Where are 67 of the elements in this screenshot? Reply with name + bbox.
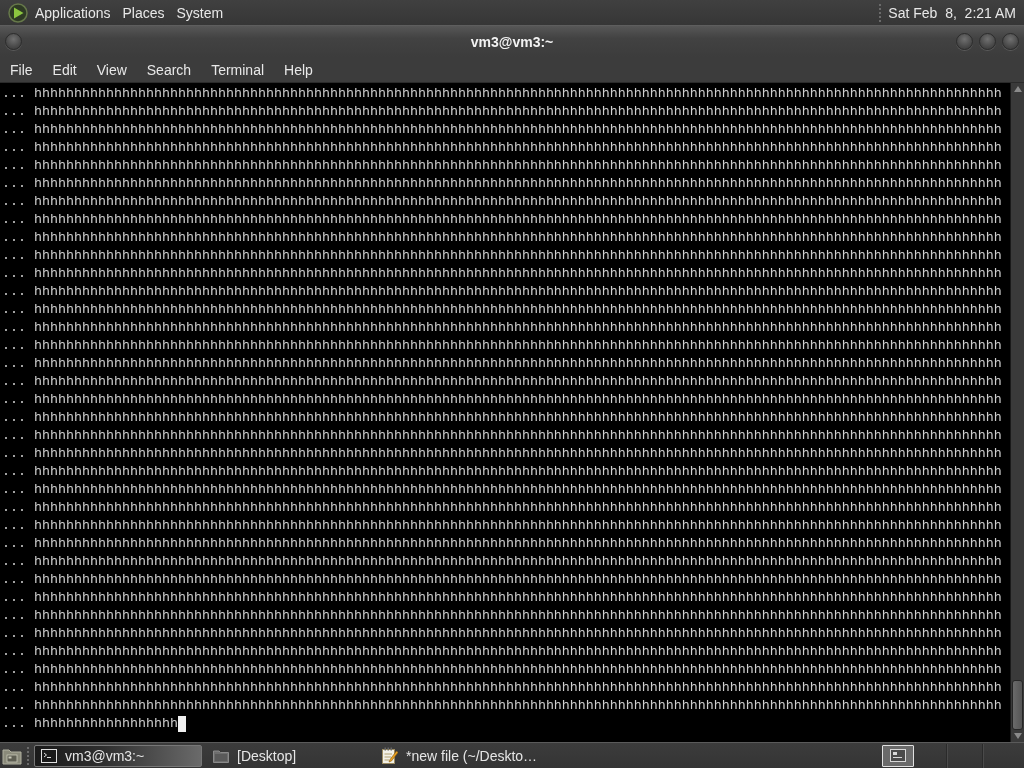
terminal-line: ... hhhhhhhhhhhhhhhhhh bbox=[2, 715, 178, 733]
clock[interactable]: Sat Feb 8, 2:21 AM bbox=[884, 2, 1018, 23]
terminal-line: ... hhhhhhhhhhhhhhhhhhhhhhhhhhhhhhhhhhhhhhhhhhhhhhhhhhhhhhhhhhhhhhhhhhhhhhhhhhhhhhhhhhhhhhhhhhhhhhhhhhhhhhhhhhhhhhhhhhhhhhhhh bbox=[2, 319, 1002, 337]
terminal-line: ... hhhhhhhhhhhhhhhhhhhhhhhhhhhhhhhhhhhhhhhhhhhhhhhhhhhhhhhhhhhhhhhhhhhhhhhhhhhhhhhhhhhhhhhhhhhhhhhhhhhhhhhhhhhhhhhhhhhhhhhhh bbox=[2, 643, 1002, 661]
show-desktop-icon[interactable] bbox=[2, 746, 22, 765]
up-arrow-icon[interactable] bbox=[1011, 84, 1024, 94]
terminal-line: ... hhhhhhhhhhhhhhhhhhhhhhhhhhhhhhhhhhhhhhhhhhhhhhhhhhhhhhhhhhhhhhhhhhhhhhhhhhhhhhhhhhhhhhhhhhhhhhhhhhhhhhhhhhhhhhhhhhhhhhhhh bbox=[2, 373, 1002, 391]
terminal-line: ... hhhhhhhhhhhhhhhhhhhhhhhhhhhhhhhhhhhhhhhhhhhhhhhhhhhhhhhhhhhhhhhhhhhhhhhhhhhhhhhhhhhhhhhhhhhhhhhhhhhhhhhhhhhhhhhhhhhhhhhhh bbox=[2, 229, 1002, 247]
terminal-line: ... hhhhhhhhhhhhhhhhhhhhhhhhhhhhhhhhhhhhhhhhhhhhhhhhhhhhhhhhhhhhhhhhhhhhhhhhhhhhhhhhhhhhhhhhhhhhhhhhhhhhhhhhhhhhhhhhhhhhhhhhh bbox=[2, 661, 1002, 679]
terminal-line: ... hhhhhhhhhhhhhhhhhhhhhhhhhhhhhhhhhhhhhhhhhhhhhhhhhhhhhhhhhhhhhhhhhhhhhhhhhhhhhhhhhhhhhhhhhhhhhhhhhhhhhhhhhhhhhhhhhhhhhhhhh bbox=[2, 625, 1002, 643]
mini-window-icon bbox=[890, 749, 906, 762]
terminal-line: ... hhhhhhhhhhhhhhhhhhhhhhhhhhhhhhhhhhhhhhhhhhhhhhhhhhhhhhhhhhhhhhhhhhhhhhhhhhhhhhhhhhhhhhhhhhhhhhhhhhhhhhhhhhhhhhhhhhhhhhhhh bbox=[2, 481, 1002, 499]
scrollbar-thumb[interactable] bbox=[1012, 680, 1023, 730]
terminal-line: ... hhhhhhhhhhhhhhhhhhhhhhhhhhhhhhhhhhhhhhhhhhhhhhhhhhhhhhhhhhhhhhhhhhhhhhhhhhhhhhhhhhhhhhhhhhhhhhhhhhhhhhhhhhhhhhhhhhhhhhhhh bbox=[2, 571, 1002, 589]
workspace-switcher[interactable] bbox=[882, 744, 914, 767]
task-button[interactable]: [Desktop] bbox=[206, 744, 371, 767]
close-button[interactable] bbox=[1002, 33, 1019, 50]
menu-item[interactable]: Terminal bbox=[203, 58, 273, 81]
task-button[interactable]: *new file (~/Deskto… bbox=[375, 744, 543, 767]
terminal-line: ... hhhhhhhhhhhhhhhhhhhhhhhhhhhhhhhhhhhhhhhhhhhhhhhhhhhhhhhhhhhhhhhhhhhhhhhhhhhhhhhhhhhhhhhhhhhhhhhhhhhhhhhhhhhhhhhhhhhhhhhhh bbox=[2, 157, 1002, 175]
panel-menu[interactable]: Applications bbox=[30, 2, 116, 23]
maximize-button[interactable] bbox=[979, 33, 996, 50]
terminal-line: ... hhhhhhhhhhhhhhhhhhhhhhhhhhhhhhhhhhhhhhhhhhhhhhhhhhhhhhhhhhhhhhhhhhhhhhhhhhhhhhhhhhhhhhhhhhhhhhhhhhhhhhhhhhhhhhhhhhhhhhhhh bbox=[2, 85, 1002, 103]
drag-handle-icon[interactable] bbox=[878, 2, 883, 23]
terminal-line: ... hhhhhhhhhhhhhhhhhhhhhhhhhhhhhhhhhhhhhhhhhhhhhhhhhhhhhhhhhhhhhhhhhhhhhhhhhhhhhhhhhhhhhhhhhhhhhhhhhhhhhhhhhhhhhhhhhhhhhhhhh bbox=[2, 607, 1002, 625]
terminal-line: ... hhhhhhhhhhhhhhhhhhhhhhhhhhhhhhhhhhhhhhhhhhhhhhhhhhhhhhhhhhhhhhhhhhhhhhhhhhhhhhhhhhhhhhhhhhhhhhhhhhhhhhhhhhhhhhhhhhhhhhhhh bbox=[2, 463, 1002, 481]
terminal-line: ... hhhhhhhhhhhhhhhhhhhhhhhhhhhhhhhhhhhhhhhhhhhhhhhhhhhhhhhhhhhhhhhhhhhhhhhhhhhhhhhhhhhhhhhhhhhhhhhhhhhhhhhhhhhhhhhhhhhhhhhhh bbox=[2, 427, 1002, 445]
terminal-line: ... hhhhhhhhhhhhhhhhhhhhhhhhhhhhhhhhhhhhhhhhhhhhhhhhhhhhhhhhhhhhhhhhhhhhhhhhhhhhhhhhhhhhhhhhhhhhhhhhhhhhhhhhhhhhhhhhhhhhhhhhh bbox=[2, 409, 1002, 427]
window-menu-button[interactable] bbox=[5, 33, 22, 50]
down-arrow-icon[interactable] bbox=[1011, 731, 1024, 741]
terminal-line: ... hhhhhhhhhhhhhhhhhhhhhhhhhhhhhhhhhhhhhhhhhhhhhhhhhhhhhhhhhhhhhhhhhhhhhhhhhhhhhhhhhhhhhhhhhhhhhhhhhhhhhhhhhhhhhhhhhhhhhhhhh bbox=[2, 139, 1002, 157]
menu-item[interactable]: Edit bbox=[44, 58, 85, 81]
terminal-line: ... hhhhhhhhhhhhhhhhhhhhhhhhhhhhhhhhhhhhhhhhhhhhhhhhhhhhhhhhhhhhhhhhhhhhhhhhhhhhhhhhhhhhhhhhhhhhhhhhhhhhhhhhhhhhhhhhhhhhhhhhh bbox=[2, 211, 1002, 229]
menu-item[interactable]: Help bbox=[276, 58, 321, 81]
terminal-line: ... hhhhhhhhhhhhhhhhhhhhhhhhhhhhhhhhhhhhhhhhhhhhhhhhhhhhhhhhhhhhhhhhhhhhhhhhhhhhhhhhhhhhhhhhhhhhhhhhhhhhhhhhhhhhhhhhhhhhhhhhh bbox=[2, 193, 1002, 211]
folder-icon bbox=[213, 748, 229, 763]
task-button[interactable]: vm3@vm3:~ bbox=[34, 744, 202, 767]
menu-item[interactable]: View bbox=[88, 58, 135, 81]
terminal-line: ... hhhhhhhhhhhhhhhhhhhhhhhhhhhhhhhhhhhhhhhhhhhhhhhhhhhhhhhhhhhhhhhhhhhhhhhhhhhhhhhhhhhhhhhhhhhhhhhhhhhhhhhhhhhhhhhhhhhhhhhhh bbox=[2, 337, 1002, 355]
scrollbar[interactable] bbox=[1010, 83, 1024, 742]
terminal-line: ... hhhhhhhhhhhhhhhhhhhhhhhhhhhhhhhhhhhhhhhhhhhhhhhhhhhhhhhhhhhhhhhhhhhhhhhhhhhhhhhhhhhhhhhhhhhhhhhhhhhhhhhhhhhhhhhhhhhhhhhhh bbox=[2, 589, 1002, 607]
menu-item[interactable]: File bbox=[2, 58, 41, 81]
minimize-button[interactable] bbox=[956, 33, 973, 50]
window-title: vm3@vm3:~ bbox=[470, 33, 554, 50]
terminal-line: ... hhhhhhhhhhhhhhhhhhhhhhhhhhhhhhhhhhhhhhhhhhhhhhhhhhhhhhhhhhhhhhhhhhhhhhhhhhhhhhhhhhhhhhhhhhhhhhhhhhhhhhhhhhhhhhhhhhhhhhhhh bbox=[2, 499, 1002, 517]
logo-icon[interactable] bbox=[8, 2, 28, 23]
terminal-line: ... hhhhhhhhhhhhhhhhhhhhhhhhhhhhhhhhhhhhhhhhhhhhhhhhhhhhhhhhhhhhhhhhhhhhhhhhhhhhhhhhhhhhhhhhhhhhhhhhhhhhhhhhhhhhhhhhhhhhhhhhh bbox=[2, 301, 1002, 319]
terminal-line: ... hhhhhhhhhhhhhhhhhhhhhhhhhhhhhhhhhhhhhhhhhhhhhhhhhhhhhhhhhhhhhhhhhhhhhhhhhhhhhhhhhhhhhhhhhhhhhhhhhhhhhhhhhhhhhhhhhhhhhhhhh bbox=[2, 265, 1002, 283]
menu-item[interactable]: Search bbox=[138, 58, 200, 81]
terminal-line: ... hhhhhhhhhhhhhhhhhhhhhhhhhhhhhhhhhhhhhhhhhhhhhhhhhhhhhhhhhhhhhhhhhhhhhhhhhhhhhhhhhhhhhhhhhhhhhhhhhhhhhhhhhhhhhhhhhhhhhhhhh bbox=[2, 391, 1002, 409]
terminal-icon bbox=[41, 748, 57, 763]
terminal-line: ... hhhhhhhhhhhhhhhhhhhhhhhhhhhhhhhhhhhhhhhhhhhhhhhhhhhhhhhhhhhhhhhhhhhhhhhhhhhhhhhhhhhhhhhhhhhhhhhhhhhhhhhhhhhhhhhhhhhhhhhhh bbox=[2, 355, 1002, 373]
text-editor-icon bbox=[382, 747, 398, 764]
terminal-line: ... hhhhhhhhhhhhhhhhhhhhhhhhhhhhhhhhhhhhhhhhhhhhhhhhhhhhhhhhhhhhhhhhhhhhhhhhhhhhhhhhhhhhhhhhhhhhhhhhhhhhhhhhhhhhhhhhhhhhhhhhh bbox=[2, 103, 1002, 121]
terminal-line: ... hhhhhhhhhhhhhhhhhhhhhhhhhhhhhhhhhhhhhhhhhhhhhhhhhhhhhhhhhhhhhhhhhhhhhhhhhhhhhhhhhhhhhhhhhhhhhhhhhhhhhhhhhhhhhhhhhhhhhhhhh bbox=[2, 517, 1002, 535]
panel-menu[interactable]: System bbox=[171, 2, 229, 23]
terminal-line: ... hhhhhhhhhhhhhhhhhhhhhhhhhhhhhhhhhhhhhhhhhhhhhhhhhhhhhhhhhhhhhhhhhhhhhhhhhhhhhhhhhhhhhhhhhhhhhhhhhhhhhhhhhhhhhhhhhhhhhhhhh bbox=[2, 175, 1002, 193]
terminal-line: ... hhhhhhhhhhhhhhhhhhhhhhhhhhhhhhhhhhhhhhhhhhhhhhhhhhhhhhhhhhhhhhhhhhhhhhhhhhhhhhhhhhhhhhhhhhhhhhhhhhhhhhhhhhhhhhhhhhhhhhhhh bbox=[2, 535, 1002, 553]
terminal-line: ... hhhhhhhhhhhhhhhhhhhhhhhhhhhhhhhhhhhhhhhhhhhhhhhhhhhhhhhhhhhhhhhhhhhhhhhhhhhhhhhhhhhhhhhhhhhhhhhhhhhhhhhhhhhhhhhhhhhhhhhhh bbox=[2, 553, 1002, 571]
terminal-line: ... hhhhhhhhhhhhhhhhhhhhhhhhhhhhhhhhhhhhhhhhhhhhhhhhhhhhhhhhhhhhhhhhhhhhhhhhhhhhhhhhhhhhhhhhhhhhhhhhhhhhhhhhhhhhhhhhhhhhhhhhh bbox=[2, 283, 1002, 301]
terminal-line: ... hhhhhhhhhhhhhhhhhhhhhhhhhhhhhhhhhhhhhhhhhhhhhhhhhhhhhhhhhhhhhhhhhhhhhhhhhhhhhhhhhhhhhhhhhhhhhhhhhhhhhhhhhhhhhhhhhhhhhhhhh bbox=[2, 121, 1002, 139]
terminal-line: ... hhhhhhhhhhhhhhhhhhhhhhhhhhhhhhhhhhhhhhhhhhhhhhhhhhhhhhhhhhhhhhhhhhhhhhhhhhhhhhhhhhhhhhhhhhhhhhhhhhhhhhhhhhhhhhhhhhhhhhhhh bbox=[2, 697, 1002, 715]
terminal-line: ... hhhhhhhhhhhhhhhhhhhhhhhhhhhhhhhhhhhhhhhhhhhhhhhhhhhhhhhhhhhhhhhhhhhhhhhhhhhhhhhhhhhhhhhhhhhhhhhhhhhhhhhhhhhhhhhhhhhhhhhhh bbox=[2, 247, 1002, 265]
drag-handle-icon[interactable] bbox=[26, 745, 30, 766]
panel-menu[interactable]: Places bbox=[117, 2, 170, 23]
terminal-line: ... hhhhhhhhhhhhhhhhhhhhhhhhhhhhhhhhhhhhhhhhhhhhhhhhhhhhhhhhhhhhhhhhhhhhhhhhhhhhhhhhhhhhhhhhhhhhhhhhhhhhhhhhhhhhhhhhhhhhhhhhh bbox=[2, 679, 1002, 697]
terminal-line: ... hhhhhhhhhhhhhhhhhhhhhhhhhhhhhhhhhhhhhhhhhhhhhhhhhhhhhhhhhhhhhhhhhhhhhhhhhhhhhhhhhhhhhhhhhhhhhhhhhhhhhhhhhhhhhhhhhhhhhhhhh bbox=[2, 445, 1002, 463]
